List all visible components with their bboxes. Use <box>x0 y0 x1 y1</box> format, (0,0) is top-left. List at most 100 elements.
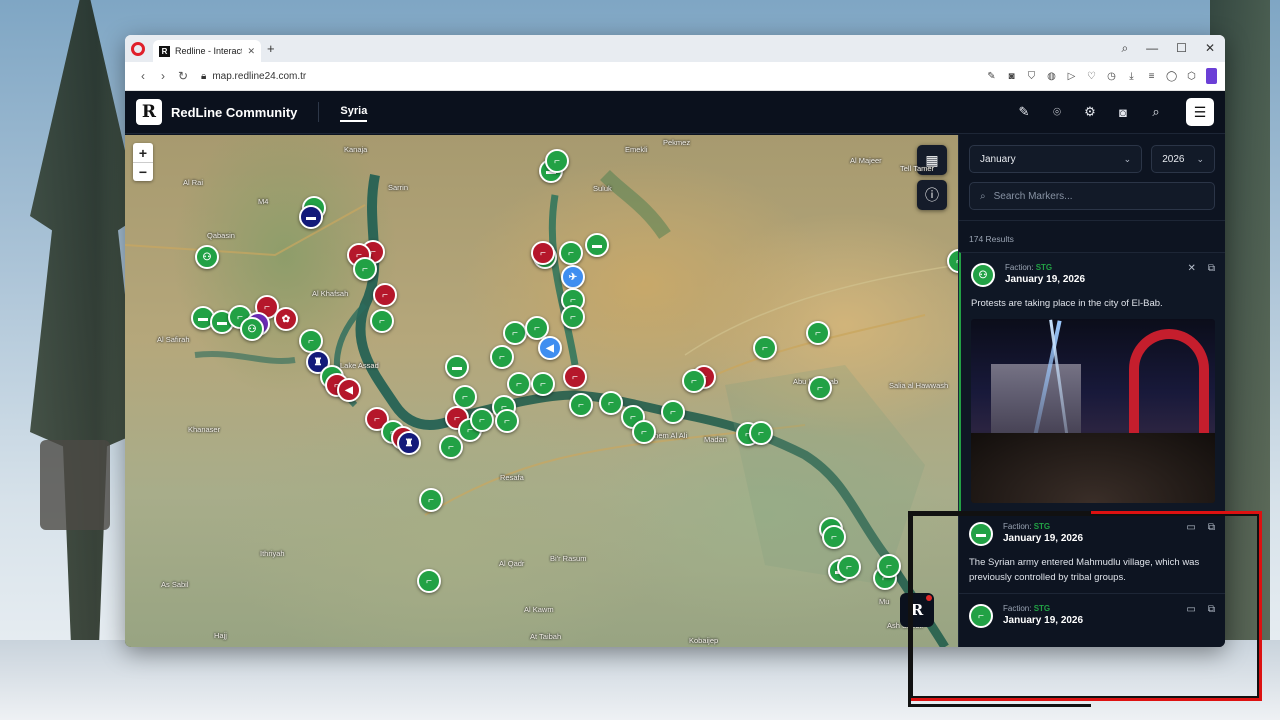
app-logo[interactable]: R <box>136 99 162 125</box>
search-icon[interactable]: ⌕ <box>1149 104 1163 120</box>
marker-rifle[interactable]: ⌐ <box>877 554 901 578</box>
marker-group[interactable]: ⚇ <box>240 317 264 341</box>
map-info-button[interactable]: ⓘ <box>917 180 947 210</box>
vpn-icon[interactable]: ◍ <box>1046 71 1057 82</box>
marker-rifle[interactable]: ⌐ <box>837 555 861 579</box>
send-icon[interactable]: ▷ <box>1066 71 1077 82</box>
box-icon[interactable]: ⬡ <box>1186 71 1197 82</box>
marker-rifle[interactable]: ⌐ <box>470 408 494 432</box>
pen-icon[interactable]: ✎ <box>1017 104 1031 120</box>
year-select[interactable]: 2026 ⌄ <box>1151 145 1215 173</box>
card-photo[interactable] <box>971 319 1215 503</box>
marker-card[interactable]: ⚇ Faction: STG January 19, 2026 ✕ ⧉ Prot… <box>959 252 1225 511</box>
opera-logo-icon[interactable] <box>131 41 145 56</box>
place-label: At Taibah <box>530 632 562 641</box>
marker-rifle[interactable]: ⌐ <box>353 257 377 281</box>
marker-rifle[interactable]: ⌐ <box>753 336 777 360</box>
marker-search: ⌕ <box>969 182 1215 210</box>
marker-truck[interactable]: ▬ <box>299 205 323 229</box>
card-date: January 19, 2026 <box>1003 615 1084 626</box>
marker-rifle[interactable]: ⌐ <box>531 241 555 265</box>
gear-icon[interactable]: ⚙ <box>1083 104 1097 120</box>
camera-icon[interactable]: ◙ <box>1116 105 1130 120</box>
marker-rifle[interactable]: ⌐ <box>419 488 443 512</box>
forward-icon[interactable]: › <box>153 69 173 83</box>
map-view[interactable]: + − ▦ ⓘ Kanaja Sarrin Emekli Pekmez Al M… <box>125 135 958 647</box>
history-icon[interactable]: ◷ <box>1106 71 1117 82</box>
marker-rifle[interactable]: ⌐ <box>632 420 656 444</box>
reload-icon[interactable]: ↻ <box>173 69 193 83</box>
marker-rifle[interactable]: ⌐ <box>417 569 441 593</box>
download-icon[interactable]: ⤓ <box>1126 71 1137 82</box>
video-icon[interactable]: ▭ <box>1186 604 1195 615</box>
marker-blue[interactable]: ◀ <box>538 336 562 360</box>
marker-rifle[interactable]: ⌐ <box>806 321 830 345</box>
tab-syria[interactable]: Syria <box>340 102 368 122</box>
place-label: Pekmez <box>663 138 691 147</box>
lock-icon[interactable]: 🔒︎ <box>201 71 206 82</box>
shield-icon[interactable]: ⛉ <box>1026 71 1037 82</box>
video-icon[interactable]: ▭ <box>1186 522 1195 533</box>
minimize-icon[interactable]: — <box>1146 41 1158 56</box>
external-link-icon[interactable]: ⧉ <box>1208 604 1215 615</box>
marker-rifle[interactable]: ⌐ <box>563 365 587 389</box>
new-tab-button[interactable]: + <box>267 41 275 56</box>
search-tabs-icon[interactable]: ⌕ <box>1121 41 1128 56</box>
close-icon[interactable]: ✕ <box>1187 263 1195 274</box>
pin-icon[interactable]: ⌾ <box>1050 104 1064 120</box>
marker-rifle[interactable]: ⌐ <box>561 305 585 329</box>
marker-rifle[interactable]: ⌐ <box>439 435 463 459</box>
marker-rifle[interactable]: ⌐ <box>822 525 846 549</box>
marker-rifle[interactable]: ⌐ <box>682 369 706 393</box>
edit-icon[interactable]: ✎ <box>986 71 997 82</box>
url-field[interactable]: map.redline24.com.tr <box>212 71 306 82</box>
marker-rifle[interactable]: ⌐ <box>599 391 623 415</box>
camera-icon[interactable]: ◙ <box>1006 71 1017 82</box>
marker-rifle[interactable]: ✿ <box>274 307 298 331</box>
zoom-out-button[interactable]: − <box>133 162 153 181</box>
month-select[interactable]: January ⌄ <box>969 145 1143 173</box>
back-icon[interactable]: ‹ <box>133 69 153 83</box>
card-date: January 19, 2026 <box>1005 274 1086 285</box>
marker-bomb[interactable]: ♜ <box>397 431 421 455</box>
heart-icon[interactable]: ♡ <box>1086 71 1097 82</box>
marker-megaphone[interactable]: ◀ <box>337 378 361 402</box>
marker-card[interactable]: ▬ Faction: STG January 19, 2026 ▭ ⧉ The … <box>959 511 1225 593</box>
marker-rifle[interactable]: ⌐ <box>373 283 397 307</box>
external-link-icon[interactable]: ⧉ <box>1208 522 1215 533</box>
marker-rifle[interactable]: ⌐ <box>531 372 555 396</box>
marker-rifle[interactable]: ⌐ <box>545 149 569 173</box>
search-input[interactable] <box>993 190 1194 202</box>
marker-card[interactable]: ⌐ Faction: STG January 19, 2026 ▭ ⧉ <box>959 593 1225 636</box>
place-label: Sarrin <box>388 183 409 192</box>
close-icon[interactable]: ✕ <box>247 46 255 57</box>
marker-rifle[interactable]: ⌐ <box>495 409 519 433</box>
marker-blue[interactable]: ✈ <box>561 265 585 289</box>
maximize-icon[interactable]: ☐ <box>1176 41 1187 56</box>
place-label: Salia al Hawwash <box>889 381 949 390</box>
window-close-icon[interactable]: ✕ <box>1205 41 1215 56</box>
marker-rifle[interactable]: ⌐ <box>370 309 394 333</box>
marker-group[interactable]: ⚇ <box>195 245 219 269</box>
marker-truck[interactable]: ▬ <box>585 233 609 257</box>
menu-icon[interactable]: ☰ <box>1186 98 1214 126</box>
marker-rifle[interactable]: ⌐ <box>808 376 832 400</box>
profile-icon[interactable]: ◯ <box>1166 71 1177 82</box>
place-label: Al Rai <box>183 178 204 187</box>
marker-rifle[interactable]: ⌐ <box>661 400 685 424</box>
marker-rifle[interactable]: ⌐ <box>749 421 773 445</box>
group-icon: ⚇ <box>971 263 995 287</box>
marker-truck[interactable]: ▬ <box>445 355 469 379</box>
road-label: M4 <box>258 197 269 206</box>
list-icon[interactable]: ≡ <box>1146 71 1157 82</box>
browser-tab[interactable]: R Redline - Interactive Strat ✕ <box>153 40 261 62</box>
marker-rifle[interactable]: ⌐ <box>490 345 514 369</box>
marker-rifle[interactable]: ⌐ <box>503 321 527 345</box>
external-link-icon[interactable]: ⧉ <box>1208 263 1215 274</box>
marker-rifle[interactable]: ⌐ <box>507 372 531 396</box>
redline-badge[interactable]: R <box>900 593 934 627</box>
marker-rifle[interactable]: ⌐ <box>569 393 593 417</box>
zoom-in-button[interactable]: + <box>133 143 153 162</box>
marker-rifle[interactable]: ⌐ <box>559 241 583 265</box>
card-header: ▬ Faction: STG January 19, 2026 ▭ ⧉ <box>969 522 1215 546</box>
